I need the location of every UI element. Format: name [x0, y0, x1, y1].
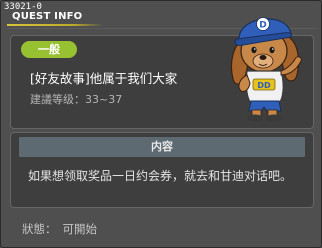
- quest-name: [好友故事]他属于我们大家: [30, 71, 178, 86]
- quest-type-badge: 一般: [21, 41, 77, 58]
- status-value: 可開始: [62, 222, 98, 236]
- content-header: 内容: [19, 137, 305, 157]
- title-underline: [7, 24, 103, 26]
- quest-description: 如果想领取奖品一日约会券，就去和甘迪对话吧。: [28, 169, 293, 183]
- dog-character-icon: D DD: [230, 17, 302, 122]
- cap-letter: D: [259, 21, 266, 31]
- status-label: 狀態：: [22, 222, 57, 236]
- quest-info-window: 33021-0 QUEST INFO 一般 [好友故事]他属于我们大家 建議等级…: [0, 0, 322, 248]
- quest-content-panel: 内容 如果想领取奖品一日约会券，就去和甘迪对话吧。: [10, 132, 314, 208]
- recommended-level: 建議等级：33~37: [30, 93, 123, 106]
- window-title: QUEST INFO: [12, 11, 83, 22]
- quest-status: 狀態： 可開始: [22, 221, 97, 237]
- shirt-letters: DD: [257, 81, 271, 90]
